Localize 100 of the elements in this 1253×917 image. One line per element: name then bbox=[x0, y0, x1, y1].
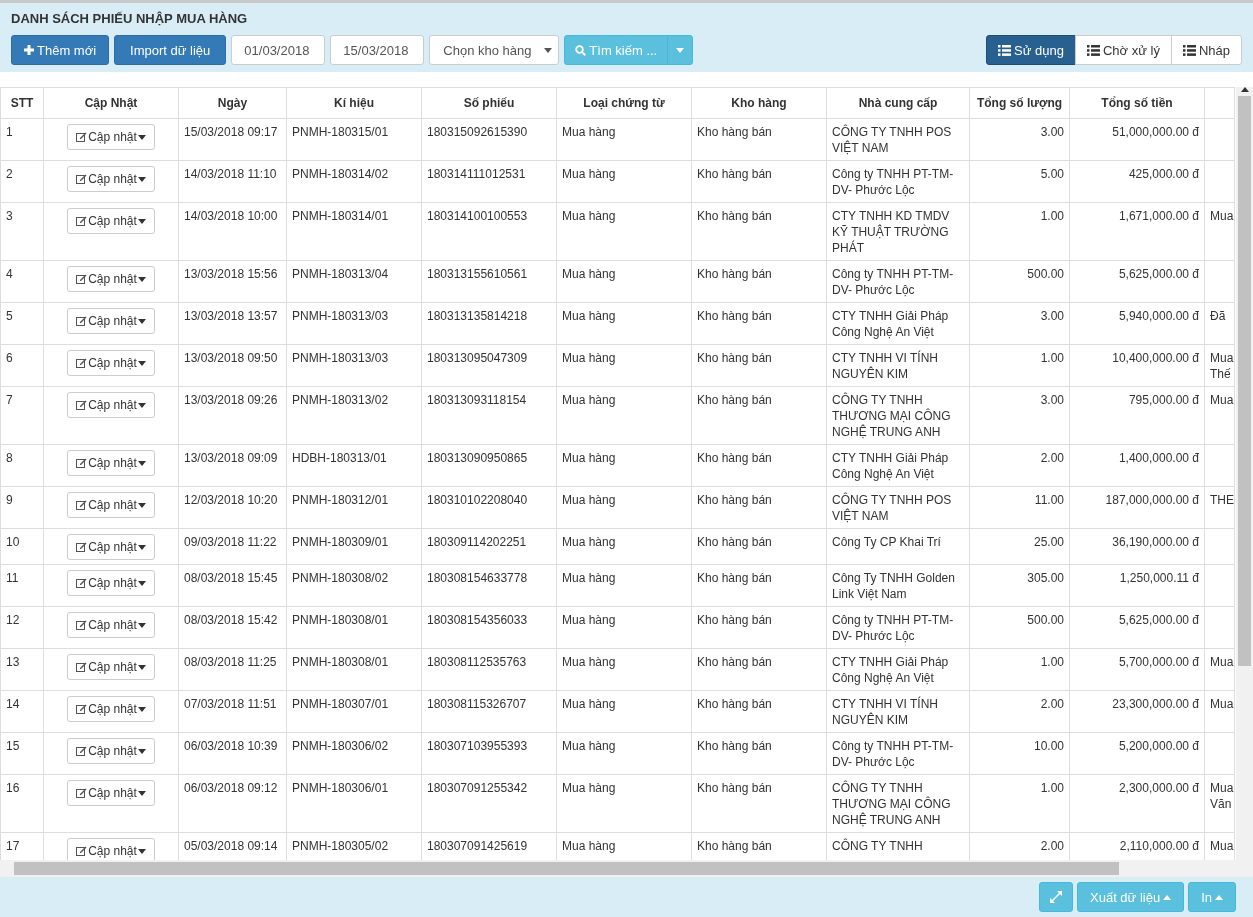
update-button[interactable]: Cập nhật bbox=[67, 738, 155, 764]
table-cell: Công ty TNHH PT-TM-DV- Phước Lộc bbox=[826, 160, 970, 203]
update-button[interactable]: Cập nhật bbox=[67, 534, 155, 560]
table-cell: Mua hàng bbox=[556, 564, 692, 607]
table-cell: 7 bbox=[0, 386, 44, 445]
table-cell: 16 bbox=[0, 774, 44, 833]
table-cell: 180310102208040 bbox=[421, 486, 557, 529]
update-button[interactable]: Cập nhật bbox=[67, 780, 155, 806]
table-cell: 3 bbox=[0, 202, 44, 261]
update-button[interactable]: Cập nhật bbox=[67, 392, 155, 418]
table-cell: Kho hàng bán bbox=[691, 444, 827, 487]
table-cell: 13/03/2018 09:26 bbox=[178, 386, 287, 445]
table-cell: 5,700,000.00 đ bbox=[1069, 648, 1205, 691]
table-cell: 13/03/2018 15:56 bbox=[178, 260, 287, 303]
table-cell: Mua bbox=[1204, 690, 1235, 733]
table-cell: 08/03/2018 11:25 bbox=[178, 648, 287, 691]
update-button[interactable]: Cập nhật bbox=[67, 350, 155, 376]
table-cell: Mua bbox=[1204, 386, 1235, 445]
table-cell: PNMH-180314/01 bbox=[286, 202, 422, 261]
update-button[interactable]: Cập nhật bbox=[67, 654, 155, 680]
update-button[interactable]: Cập nhật bbox=[67, 266, 155, 292]
column-header: Ngày bbox=[178, 87, 287, 119]
update-button[interactable]: Cập nhật bbox=[67, 570, 155, 596]
table-cell: Công ty TNHH PT-TM-DV- Phước Lộc bbox=[826, 606, 970, 649]
table-cell: Mua hàng bbox=[556, 648, 692, 691]
add-button[interactable]: Thêm mới bbox=[11, 35, 110, 65]
table-cell: Mua bbox=[1204, 648, 1235, 691]
table-cell: 180307103955393 bbox=[421, 732, 557, 775]
table-cell: 11.00 bbox=[969, 486, 1070, 529]
table-cell: 795,000.00 đ bbox=[1069, 386, 1205, 445]
warehouse-select[interactable]: Chọn kho hàng bbox=[429, 35, 560, 65]
table-cell: Kho hàng bán bbox=[691, 690, 827, 733]
table-cell: 3.00 bbox=[969, 386, 1070, 445]
table-cell: 10,400,000.00 đ bbox=[1069, 344, 1205, 387]
table-cell: 180314100100553 bbox=[421, 202, 557, 261]
table-cell: 500.00 bbox=[969, 606, 1070, 649]
table-cell: Mua hàng bbox=[556, 732, 692, 775]
table-cell: PNMH-180313/03 bbox=[286, 302, 422, 345]
table-cell: Kho hàng bán bbox=[691, 118, 827, 161]
table-cell: 2.00 bbox=[969, 690, 1070, 733]
table-cell: 13/03/2018 09:50 bbox=[178, 344, 287, 387]
table-cell: 11 bbox=[0, 564, 44, 607]
column-header: Kho hàng bbox=[691, 87, 827, 119]
table-cell: 305.00 bbox=[969, 564, 1070, 607]
table-cell: 15/03/2018 09:17 bbox=[178, 118, 287, 161]
update-button[interactable]: Cập nhật bbox=[67, 612, 155, 638]
table-cell: 06/03/2018 10:39 bbox=[178, 732, 287, 775]
table-cell: 51,000,000.00 đ bbox=[1069, 118, 1205, 161]
table-cell: Mua hàng bbox=[556, 774, 692, 833]
table-cell: 180314111012531 bbox=[421, 160, 557, 203]
table-cell: Kho hàng bán bbox=[691, 486, 827, 529]
table-cell: 12/03/2018 10:20 bbox=[178, 486, 287, 529]
update-button[interactable]: Cập nhật bbox=[67, 492, 155, 518]
table-cell: 10.00 bbox=[969, 732, 1070, 775]
table-cell: Mua Thế bbox=[1204, 344, 1235, 387]
table-cell: 1,250,000.11 đ bbox=[1069, 564, 1205, 607]
table-cell: CÔNG TY TNHH THƯƠNG MẠI CÔNG NGHỆ TRUNG ANH bbox=[826, 774, 970, 833]
column-header: Kí hiệu bbox=[286, 87, 422, 119]
update-button[interactable]: Cập nhật bbox=[67, 450, 155, 476]
table-cell: 180315092615390 bbox=[421, 118, 557, 161]
update-button[interactable]: Cập nhật bbox=[67, 838, 155, 860]
update-button[interactable]: Cập nhật bbox=[67, 696, 155, 722]
table-cell: 180308112535763 bbox=[421, 648, 557, 691]
table-cell: 180313090950865 bbox=[421, 444, 557, 487]
date-from-field[interactable]: 01/03/2018 bbox=[231, 35, 326, 65]
status-tab[interactable]: Sử dụng bbox=[986, 35, 1076, 65]
table-cell: 2,300,000.00 đ bbox=[1069, 774, 1205, 833]
table-cell: 1.00 bbox=[969, 648, 1070, 691]
table-cell: 3.00 bbox=[969, 118, 1070, 161]
status-tab[interactable]: Chờ xử lý bbox=[1074, 35, 1172, 65]
update-button[interactable]: Cập nhật bbox=[67, 124, 155, 150]
table-cell: 180313093118154 bbox=[421, 386, 557, 445]
update-button[interactable]: Cập nhật bbox=[67, 208, 155, 234]
table-cell: 2 bbox=[0, 160, 44, 203]
table-cell: 13/03/2018 09:09 bbox=[178, 444, 287, 487]
table-cell: 3.00 bbox=[969, 302, 1070, 345]
date-to-field[interactable]: 15/03/2018 bbox=[330, 35, 425, 65]
table-cell: CTY TNHH VI TÍNH NGUYÊN KIM bbox=[826, 344, 970, 387]
table-cell: 14/03/2018 11:10 bbox=[178, 160, 287, 203]
column-header: Tổng số lượng bbox=[969, 87, 1070, 119]
table-cell: 5 bbox=[0, 302, 44, 345]
table-cell: 09/03/2018 11:22 bbox=[178, 528, 287, 565]
table-cell: 14/03/2018 10:00 bbox=[178, 202, 287, 261]
table-cell: Kho hàng bán bbox=[691, 202, 827, 261]
table-cell: Kho hàng bán bbox=[691, 774, 827, 833]
table-cell: 9 bbox=[0, 486, 44, 529]
import-button[interactable]: Import dữ liệu bbox=[114, 35, 227, 65]
table-cell: 15 bbox=[0, 732, 44, 775]
table-cell: 08/03/2018 15:42 bbox=[178, 606, 287, 649]
table-cell: Kho hàng bán bbox=[691, 302, 827, 345]
table-cell: PNMH-180308/01 bbox=[286, 648, 422, 691]
table-cell: 180308154356033 bbox=[421, 606, 557, 649]
table-cell: 500.00 bbox=[969, 260, 1070, 303]
table-cell: CTY TNHH Giải Pháp Công Nghệ An Việt bbox=[826, 444, 970, 487]
update-button[interactable]: Cập nhật bbox=[67, 308, 155, 334]
update-button[interactable]: Cập nhật bbox=[67, 166, 155, 192]
table-cell: Mua hàng bbox=[556, 118, 692, 161]
table-cell: Kho hàng bán bbox=[691, 648, 827, 691]
table-cell: 180313095047309 bbox=[421, 344, 557, 387]
status-tab[interactable]: Nháp bbox=[1170, 35, 1242, 65]
